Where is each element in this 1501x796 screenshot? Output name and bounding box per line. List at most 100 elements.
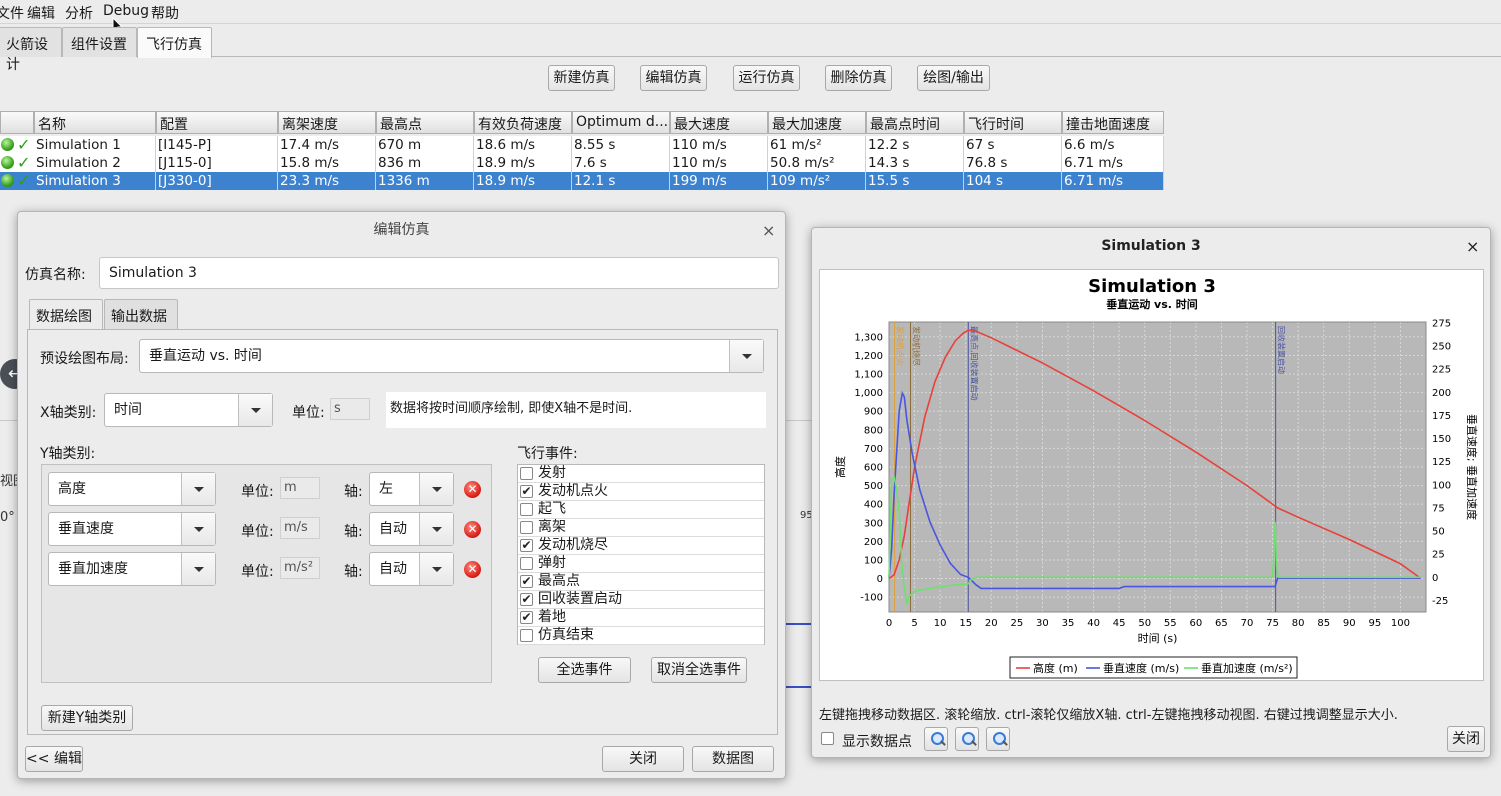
column-header-deploy-speed[interactable]: 有效负荷速度 bbox=[474, 111, 572, 134]
table-cell: 17.4 m/s bbox=[278, 136, 376, 154]
plot-export-button[interactable]: 绘图/输出 bbox=[917, 65, 990, 91]
event-checkbox[interactable] bbox=[520, 467, 533, 480]
table-cell: Simulation 3 bbox=[34, 172, 156, 190]
x-tick-label: 100 bbox=[1391, 618, 1410, 629]
event-checkbox[interactable] bbox=[520, 629, 533, 642]
chart-legend: 高度 (m) 垂直速度 (m/s) 垂直加速度 (m/s²) bbox=[1009, 656, 1298, 679]
close-icon[interactable]: × bbox=[1466, 237, 1479, 256]
event-item[interactable]: 离架 bbox=[518, 519, 764, 537]
y-axis-side-select[interactable]: 自动 bbox=[369, 512, 454, 546]
menu-file[interactable]: 文件 bbox=[0, 3, 24, 23]
menu-edit[interactable]: 编辑 bbox=[27, 3, 55, 23]
back-to-edit-button[interactable]: << 编辑 bbox=[25, 746, 83, 772]
y-right-tick-label: 225 bbox=[1432, 365, 1451, 376]
event-checkbox[interactable]: ✔ bbox=[520, 593, 533, 606]
table-cell: 23.3 m/s bbox=[278, 172, 376, 190]
event-item[interactable]: ✔ 着地 bbox=[518, 609, 764, 627]
column-header-config[interactable]: 配置 bbox=[156, 111, 278, 134]
x-axis-type-select[interactable]: 时间 bbox=[104, 393, 273, 427]
close-plot-button[interactable]: 关闭 bbox=[1447, 726, 1485, 752]
y-left-tick-label: 1,300 bbox=[854, 332, 883, 343]
tab-label: 数据绘图 bbox=[36, 309, 92, 325]
event-checkbox[interactable] bbox=[520, 557, 533, 570]
x-tick-label: 40 bbox=[1087, 618, 1100, 629]
y-axis-side-select[interactable]: 自动 bbox=[369, 552, 454, 586]
close-icon[interactable]: × bbox=[762, 221, 775, 240]
table-cell: 7.6 s bbox=[572, 154, 670, 172]
tab-component-settings[interactable]: 组件设置 bbox=[62, 27, 137, 57]
plot-button[interactable]: 数据图 bbox=[692, 746, 774, 772]
y-axis-type-select[interactable]: 垂直加速度 bbox=[48, 552, 216, 586]
column-header-max-acceleration[interactable]: 最大加速度 bbox=[768, 111, 866, 134]
remove-y-axis-icon[interactable]: ✕ bbox=[464, 561, 481, 578]
column-header-launch-speed[interactable]: 离架速度 bbox=[278, 111, 376, 134]
y-left-tick-label: 400 bbox=[864, 500, 883, 511]
event-item[interactable]: ✔ 回收装置启动 bbox=[518, 591, 764, 609]
flight-events-list: 发射 ✔ 发动机点火 起飞 离架 ✔ 发动机烧尽 弹射 ✔ 最高点 ✔ 回收装置启动 ✔ 着地 仿真结束 bbox=[517, 464, 765, 645]
column-header-name[interactable]: 名称 bbox=[34, 111, 156, 134]
event-checkbox[interactable] bbox=[520, 503, 533, 516]
edit-simulation-button[interactable]: 编辑仿真 bbox=[640, 65, 707, 91]
close-dialog-button[interactable]: 关闭 bbox=[602, 746, 684, 772]
column-header-apogee[interactable]: 最高点 bbox=[376, 111, 474, 134]
chart-svg[interactable]: Simulation 3垂直运动 vs. 时间 0 5 10 15 20 25 30 35 40 4… bbox=[820, 270, 1485, 682]
new-simulation-button[interactable]: 新建仿真 bbox=[548, 65, 615, 91]
y-axis-type-select[interactable]: 垂直速度 bbox=[48, 512, 216, 546]
event-item[interactable]: ✔ 最高点 bbox=[518, 573, 764, 591]
column-header-flight-time[interactable]: 飞行时间 bbox=[964, 111, 1062, 134]
delete-simulation-button[interactable]: 删除仿真 bbox=[825, 65, 892, 91]
menu-debug[interactable]: Debug bbox=[103, 3, 149, 19]
y-unit-label: 单位: bbox=[241, 484, 274, 500]
column-header-optimum-delay[interactable]: Optimum d... bbox=[572, 111, 670, 134]
column-header-ground-hit-speed[interactable]: 撞击地面速度 bbox=[1062, 111, 1164, 134]
x-unit-label: 单位: bbox=[292, 405, 325, 421]
chart-area[interactable]: Simulation 3 垂直运动 vs. 时间 0 5 10 15 20 25 30 35 40 4… bbox=[819, 269, 1484, 681]
background-angle: 0° bbox=[0, 510, 15, 525]
x-axis-label: 时间 (s) bbox=[1138, 632, 1178, 645]
zoom-in-icon[interactable] bbox=[924, 727, 948, 751]
y-unit-select[interactable]: m bbox=[280, 477, 320, 499]
y-unit-select[interactable]: m/s² bbox=[280, 557, 320, 579]
menu-analyze[interactable]: 分析 bbox=[65, 3, 93, 23]
event-item[interactable]: 发射 bbox=[518, 465, 764, 483]
x-tick-label: 95 bbox=[1368, 618, 1381, 629]
event-item[interactable]: 起飞 bbox=[518, 501, 764, 519]
preset-layout-value: 垂直运动 vs. 时间 bbox=[149, 348, 262, 364]
new-y-axis-button[interactable]: 新建Y轴类别 bbox=[41, 705, 133, 731]
run-simulation-button[interactable]: 运行仿真 bbox=[733, 65, 800, 91]
menu-help[interactable]: 帮助 bbox=[151, 3, 179, 23]
y-unit-select[interactable]: m/s bbox=[280, 517, 320, 539]
column-header-status[interactable] bbox=[0, 111, 34, 134]
tab-rocket-design[interactable]: 火箭设计 bbox=[0, 27, 62, 73]
tab-export-data[interactable]: 输出数据 bbox=[104, 299, 178, 329]
event-checkbox[interactable]: ✔ bbox=[520, 539, 533, 552]
select-all-events-button[interactable]: 全选事件 bbox=[538, 657, 631, 683]
y-axis-type-select[interactable]: 高度 bbox=[48, 472, 216, 506]
table-cell: 110 m/s bbox=[670, 136, 768, 154]
zoom-fit-icon[interactable] bbox=[986, 727, 1010, 751]
simulation-name-input[interactable]: Simulation 3 bbox=[99, 257, 779, 289]
remove-y-axis-icon[interactable]: ✕ bbox=[464, 521, 481, 538]
event-checkbox[interactable]: ✔ bbox=[520, 575, 533, 588]
column-header-max-velocity[interactable]: 最大速度 bbox=[670, 111, 768, 134]
show-data-points-checkbox[interactable] bbox=[821, 732, 834, 745]
tab-data-plot[interactable]: 数据绘图 bbox=[29, 299, 103, 330]
remove-y-axis-icon[interactable]: ✕ bbox=[464, 481, 481, 498]
deselect-all-events-button[interactable]: 取消全选事件 bbox=[651, 657, 747, 683]
column-header-apogee-time[interactable]: 最高点时间 bbox=[866, 111, 964, 134]
event-item[interactable]: ✔ 发动机点火 bbox=[518, 483, 764, 501]
x-tick-label: 20 bbox=[985, 618, 998, 629]
event-checkbox[interactable]: ✔ bbox=[520, 611, 533, 624]
event-checkbox[interactable] bbox=[520, 521, 533, 534]
event-checkbox[interactable]: ✔ bbox=[520, 485, 533, 498]
event-item[interactable]: 仿真结束 bbox=[518, 627, 764, 645]
event-label: 回收装置启动 bbox=[538, 591, 622, 607]
event-item[interactable]: ✔ 发动机烧尽 bbox=[518, 537, 764, 555]
tab-flight-simulation[interactable]: 飞行仿真 bbox=[137, 27, 212, 58]
y-axis-side-select[interactable]: 左 bbox=[369, 472, 454, 506]
zoom-out-icon[interactable] bbox=[955, 727, 979, 751]
status-ok-icon bbox=[1, 138, 14, 151]
preset-layout-select[interactable]: 垂直运动 vs. 时间 bbox=[139, 339, 764, 373]
event-item[interactable]: 弹射 bbox=[518, 555, 764, 573]
plot-window-title: Simulation 3 bbox=[1101, 238, 1201, 254]
